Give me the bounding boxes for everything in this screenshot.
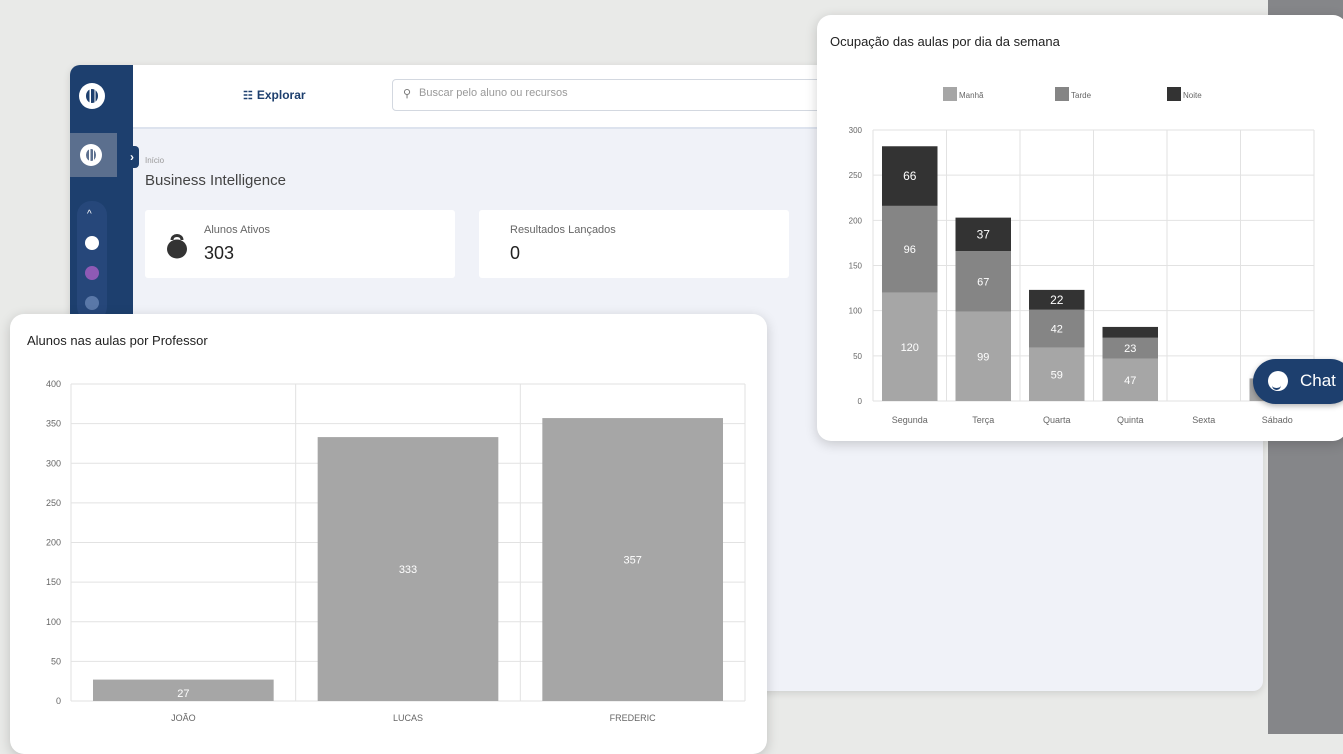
data-label: 99 [977, 351, 989, 363]
chevron-up-icon[interactable]: ^ [87, 209, 92, 220]
chart-professors: 0 50 100 150 200 250 300 350 400 27 JOÃO 333 LUCAS 35… [46, 379, 746, 723]
y-tick-label: 350 [46, 419, 61, 429]
y-tick-label: 0 [56, 696, 61, 706]
data-label: 59 [1051, 369, 1063, 381]
legend-label: Tarde [1071, 91, 1092, 100]
y-tick-label: 50 [51, 656, 61, 666]
y-tick-label: 100 [849, 307, 863, 316]
y-tick-label: 300 [46, 458, 61, 468]
explore-label: Explorar [256, 88, 306, 102]
module-dot-1[interactable] [85, 236, 99, 250]
module-button[interactable] [70, 133, 117, 177]
module-dot-3[interactable] [85, 296, 99, 310]
search-icon: ⚲ [403, 88, 412, 100]
data-label: 42 [1051, 324, 1063, 336]
y-tick-label: 200 [849, 216, 863, 225]
app-logo[interactable] [79, 83, 105, 109]
data-label: 66 [903, 169, 917, 183]
x-tick-label: Quarta [1043, 415, 1071, 425]
data-label: 37 [977, 227, 991, 241]
x-tick-label: Sábado [1262, 415, 1293, 425]
x-tick-label: Terça [972, 415, 994, 425]
data-label: 47 [1124, 375, 1136, 387]
y-tick-label: 200 [46, 538, 61, 548]
search-box[interactable]: ⚲ [392, 79, 834, 111]
kpi-value: 303 [204, 243, 235, 263]
legend-swatch [943, 87, 957, 101]
kettlebell-icon [167, 234, 187, 259]
y-tick-label: 250 [849, 171, 863, 180]
kpi-label: Alunos Ativos [204, 224, 271, 236]
expand-sidebar-button[interactable]: › [125, 146, 139, 168]
x-tick-label: LUCAS [393, 713, 423, 723]
data-label: 22 [1050, 293, 1064, 307]
y-tick-label: 150 [46, 577, 61, 587]
grid-icon: ☷ [243, 90, 253, 102]
legend-label: Manhã [959, 91, 984, 100]
chat-button[interactable]: Chat [1253, 359, 1343, 404]
kpi-card-active-students: Alunos Ativos 303 [145, 210, 455, 278]
kpi-label: Resultados Lançados [510, 224, 616, 236]
legend-swatch [1055, 87, 1069, 101]
breadcrumb[interactable]: Início [145, 156, 164, 165]
module-dot-2[interactable] [85, 266, 99, 280]
data-label: 333 [399, 564, 417, 576]
y-tick-label: 100 [46, 617, 61, 627]
chat-label: Chat [1300, 371, 1336, 390]
kpi-value: 0 [510, 243, 521, 263]
data-label: 120 [901, 342, 919, 354]
y-tick-label: 150 [849, 262, 863, 271]
explore-button[interactable]: ☷ Explorar [243, 88, 306, 102]
chart-card-professors: Alunos nas aulas por Professor 0 50 100 150… [10, 314, 767, 754]
y-tick-label: 50 [853, 352, 862, 361]
bar-segment [1102, 326, 1158, 338]
x-tick-label: Sexta [1192, 415, 1215, 425]
data-label: 27 [177, 688, 189, 700]
y-tick-label: 250 [46, 498, 61, 508]
kpi-card-results: Resultados Lançados 0 [479, 210, 789, 278]
module-list: ^ [77, 201, 107, 321]
y-tick-label: 0 [858, 397, 863, 406]
search-input[interactable] [417, 86, 801, 100]
x-tick-label: JOÃO [171, 713, 196, 723]
x-tick-label: FREDERIC [610, 713, 657, 723]
data-label: 357 [623, 555, 641, 567]
legend-label: Noite [1183, 91, 1202, 100]
data-label: 67 [977, 276, 989, 288]
legend-swatch [1167, 87, 1181, 101]
module-icon [80, 144, 102, 166]
data-label: 96 [904, 244, 916, 256]
chat-bubble-icon [1268, 371, 1288, 391]
page-title: Business Intelligence [145, 172, 286, 189]
x-tick-label: Quinta [1117, 415, 1144, 425]
y-tick-label: 300 [849, 126, 863, 135]
y-tick-label: 400 [46, 379, 61, 389]
data-label: 23 [1124, 343, 1136, 355]
x-tick-label: Segunda [892, 415, 928, 425]
